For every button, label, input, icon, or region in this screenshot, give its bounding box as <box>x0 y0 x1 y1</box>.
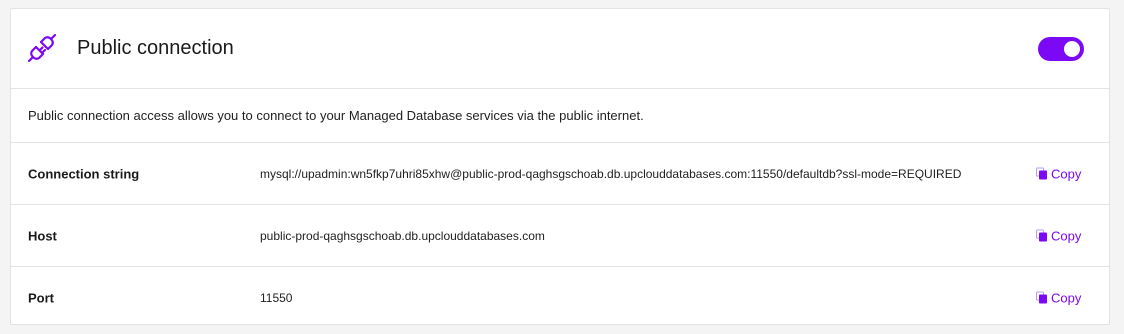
public-connection-card: Public connection Public connection acce… <box>10 8 1110 325</box>
copy-host-button[interactable]: Copy <box>1036 228 1081 243</box>
copy-label: Copy <box>1051 290 1082 305</box>
row-label: Host <box>28 228 57 243</box>
public-connection-toggle[interactable] <box>1038 37 1084 61</box>
row-label: Connection string <box>28 166 140 181</box>
copy-connection-string-button[interactable]: Copy <box>1036 166 1081 181</box>
description-text: Public connection access allows you to c… <box>28 108 644 123</box>
copy-icon <box>1036 167 1047 180</box>
copy-label: Copy <box>1051 166 1082 181</box>
panel-title: Public connection <box>77 37 234 59</box>
description-section: Public connection access allows you to c… <box>11 89 1109 143</box>
card-header: Public connection <box>11 9 1109 89</box>
row-label: Port <box>28 290 54 305</box>
port-value: 11550 <box>260 290 293 305</box>
connection-string-value: mysql://upadmin:wn5fkp7uhri85xhw@public-… <box>260 166 962 181</box>
port-row: Port 11550 Copy <box>11 267 1109 328</box>
host-row: Host public-prod-qaghsgschoab.db.upcloud… <box>11 205 1109 267</box>
copy-label: Copy <box>1051 228 1082 243</box>
connection-string-row: Connection string mysql://upadmin:wn5fkp… <box>11 143 1109 205</box>
toggle-knob <box>1064 41 1080 57</box>
copy-icon <box>1036 229 1047 242</box>
host-value: public-prod-qaghsgschoab.db.upclouddatab… <box>260 228 545 243</box>
copy-port-button[interactable]: Copy <box>1036 290 1081 305</box>
plug-icon <box>27 33 57 63</box>
copy-icon <box>1036 291 1047 304</box>
